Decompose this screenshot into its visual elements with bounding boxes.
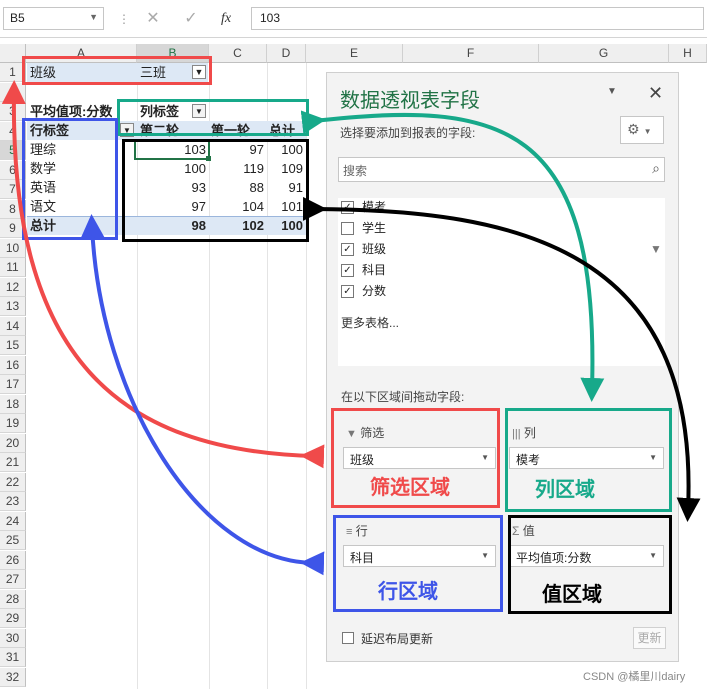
blue-arrow (80, 214, 325, 576)
black-arrow (302, 196, 701, 522)
watermark: CSDN @橘里川dairy (583, 671, 686, 683)
teal-arrow (300, 110, 605, 402)
red-arrow (1, 80, 325, 469)
annotation-arrows (1, 80, 701, 576)
